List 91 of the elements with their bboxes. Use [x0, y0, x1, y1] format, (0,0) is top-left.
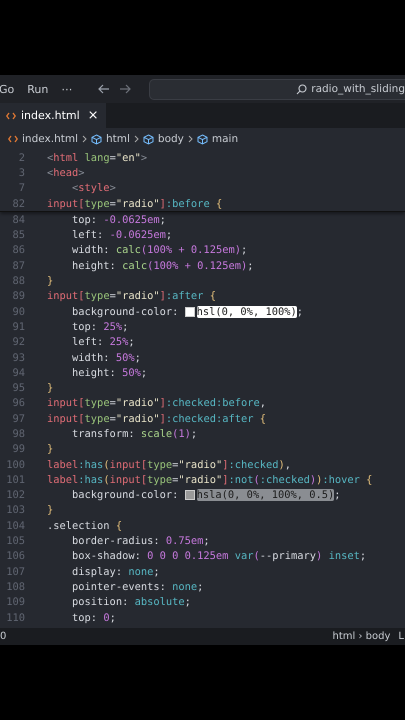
line-number: 7	[18, 182, 25, 194]
line-number: 3	[18, 166, 25, 179]
code-line: height: 50%;	[71, 366, 148, 379]
code-line: }	[47, 275, 54, 288]
line-number: 109	[5, 596, 25, 608]
line-number: 97	[11, 412, 25, 425]
code-line: width: 50%;	[71, 352, 141, 364]
code-text: ;	[296, 306, 303, 318]
breadcrumb-item[interactable]: html	[106, 133, 130, 145]
code-line: }	[47, 504, 54, 516]
color-value: hsla(0, 0%, 100%, 0.5)	[196, 489, 334, 502]
line-number: 105	[5, 535, 25, 548]
line-number: 82	[11, 198, 25, 210]
color-swatch[interactable]	[184, 306, 195, 317]
code-line: <html lang="en">	[47, 152, 148, 164]
file-tab[interactable]: index.html ×	[0, 103, 106, 128]
line-number: 88	[11, 275, 25, 288]
close-icon[interactable]: ×	[88, 108, 99, 123]
line-number: 104	[5, 520, 25, 532]
status-text: 0	[0, 631, 6, 642]
line-number: 103	[5, 504, 25, 516]
code-line: .selection {	[47, 520, 122, 532]
line-number: 90	[11, 306, 25, 318]
forward-icon[interactable]	[119, 84, 132, 94]
line-number: 91	[11, 320, 25, 333]
code-line: left: -0.0625em;	[71, 229, 172, 242]
breadcrumb-item[interactable]: body	[158, 133, 184, 145]
code-line: input[type="radio"]:checked:before,	[47, 397, 266, 410]
code-line: top: 25%;	[71, 320, 128, 333]
line-number: 96	[11, 397, 25, 410]
code-line: input[type="radio"]:checked:after {	[47, 412, 266, 425]
code-line: <head>	[47, 166, 85, 179]
back-icon[interactable]	[98, 84, 110, 94]
code-line: }	[47, 382, 54, 394]
color-value: hsl(0, 0%, 100%)	[196, 306, 297, 318]
code-line: pointer-events: none;	[71, 580, 204, 593]
line-number: 85	[11, 229, 25, 242]
line-number: 108	[5, 580, 25, 593]
code-line: left: 25%;	[71, 336, 135, 348]
line-number: 110	[5, 612, 25, 624]
line-number: 92	[11, 336, 25, 348]
chevron-icon	[134, 135, 139, 143]
chevron-icon	[188, 135, 193, 143]
code-line: input[type="radio"]:before {	[47, 198, 222, 210]
code-line: label:has(input[type="radio"]:not(:checked)):hover {	[47, 474, 372, 486]
line-number: 99	[11, 443, 25, 456]
line-number: 98	[11, 428, 25, 440]
line-number: 102	[5, 489, 25, 502]
line-number: 89	[11, 290, 25, 302]
search-field[interactable]: radio_with_sliding	[149, 78, 405, 100]
line-number: 94	[11, 366, 25, 379]
code-text: ;	[334, 489, 341, 502]
code-text: background-color:	[71, 306, 180, 318]
line-number: 87	[11, 260, 25, 272]
line-number: 107	[5, 566, 25, 578]
code-line: display: none;	[71, 566, 160, 578]
code-icon	[6, 112, 16, 120]
code-line: top: 0;	[71, 612, 116, 624]
breadcrumb-item[interactable]: main	[212, 133, 238, 145]
line-number: 84	[11, 214, 25, 226]
menu-item[interactable]: Run	[27, 82, 48, 96]
code-line: position: absolute;	[71, 596, 191, 608]
cube-icon	[196, 134, 208, 144]
line-number: 100	[5, 458, 25, 471]
code-line: height: calc(100% + 0.125em);	[71, 260, 254, 272]
line-number: 86	[11, 244, 25, 256]
code-line: transform: scale(1);	[71, 428, 198, 440]
line-number: 93	[11, 352, 25, 364]
menu-item[interactable]: ⋯	[61, 82, 72, 96]
code-line: top: -0.0625em;	[71, 214, 166, 226]
code-line: input[type="radio"]:after {	[47, 290, 216, 302]
color-swatch[interactable]	[184, 490, 195, 500]
code-line: label:has(input[type="radio"]:checked),	[47, 458, 292, 471]
status-path[interactable]: html › body	[332, 631, 390, 642]
code-text: background-color:	[71, 489, 180, 502]
code-line: box-shadow: 0 0 0 0.125em var(--primary) inset;	[71, 550, 366, 562]
code-line: width: calc(100% + 0.125em);	[71, 244, 248, 256]
line-number: 106	[5, 550, 25, 562]
code-line: border-radius: 0.75em;	[71, 535, 210, 548]
cube-icon	[90, 134, 102, 144]
code-line: }	[47, 443, 54, 456]
line-number: 2	[18, 152, 25, 164]
line-number: 101	[5, 474, 25, 486]
code-line: <style>	[71, 182, 116, 194]
chevron-icon	[82, 135, 87, 143]
line-number: 95	[11, 382, 25, 394]
search-icon	[296, 84, 308, 94]
cube-icon	[142, 134, 154, 144]
status-text: L	[398, 631, 404, 642]
breadcrumb-item[interactable]: index.html	[22, 133, 78, 145]
code-icon	[8, 135, 18, 143]
